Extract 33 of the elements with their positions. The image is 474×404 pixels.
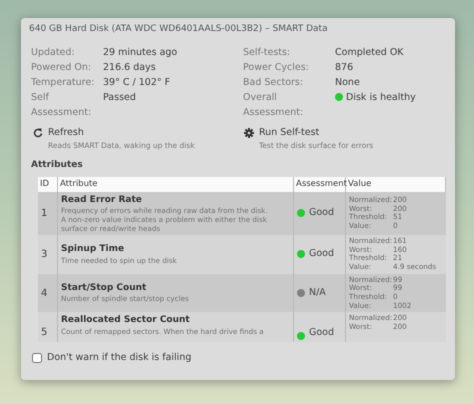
- table-cell: 5: [38, 312, 58, 342]
- window-title: 640 GB Hard Disk (ATA WDC WD6401AALS-00L3B2) – SMART Data: [28, 23, 329, 36]
- attribute-name: Spinup Time: [61, 243, 126, 256]
- info-value: Disk is healthy: [346, 92, 416, 104]
- table-row[interactable]: [38, 192, 446, 236]
- info-value: 216.6 days: [103, 60, 157, 75]
- info-value: Completed OK: [335, 46, 405, 60]
- info-label: Bad Sectors:: [243, 76, 304, 90]
- info-label: Updated:: [31, 46, 76, 60]
- attribute-name: Reallocated Sector Count: [61, 314, 191, 328]
- info-value: 876: [335, 60, 354, 75]
- attribute-name: Start/Stop Count: [61, 282, 148, 295]
- assessment-text: Good: [309, 326, 334, 340]
- table-header: ID Attribute AssessmentValue: [38, 176, 446, 192]
- info-value: None: [335, 76, 361, 90]
- section-heading: Attributes: [30, 159, 84, 172]
- info-label: Powered On:: [31, 60, 92, 75]
- gear-icon: [244, 128, 254, 138]
- assessment-text: N/A: [309, 286, 326, 300]
- refresh-icon: [33, 128, 43, 138]
- info-label: Temperature:: [31, 76, 96, 90]
- info-value: Passed: [103, 91, 137, 106]
- attribute-name: Read Error Rate: [61, 194, 143, 207]
- info-label: Self Assessment:: [31, 91, 92, 120]
- checkbox-label: Don't warn if the disk is failing: [47, 351, 192, 366]
- info-label: Self-tests:: [243, 46, 292, 60]
- assessment-text: Good: [309, 247, 334, 262]
- info-label: Overall Assessment:: [243, 91, 304, 120]
- checkbox[interactable]: [32, 353, 42, 364]
- info-label: Power Cycles:: [243, 60, 310, 75]
- info-value: 29 minutes ago: [103, 46, 178, 60]
- assessment-text: Good: [309, 206, 334, 220]
- info-value: 39° C / 102° F: [103, 76, 172, 90]
